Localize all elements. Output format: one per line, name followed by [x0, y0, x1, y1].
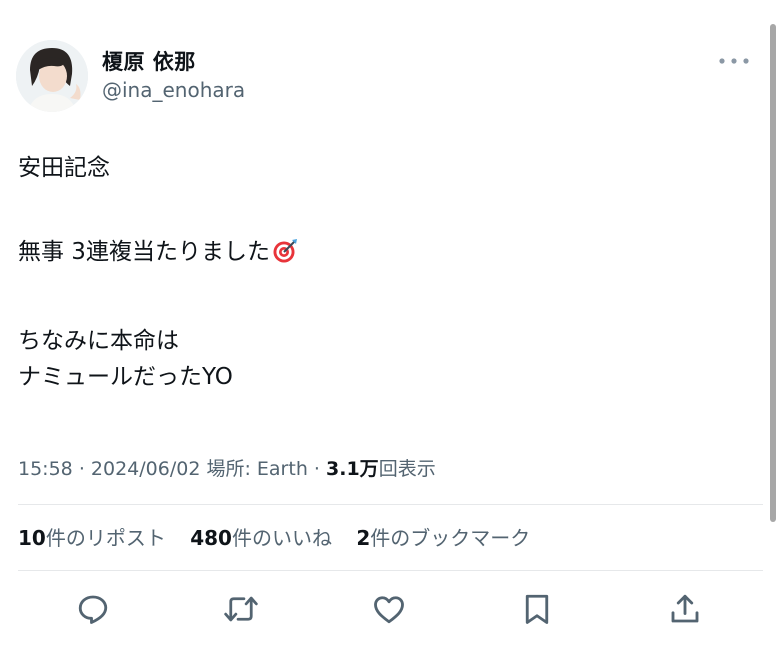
tweet-meta: 15:58 · 2024/06/02 場所: Earth · 3.1万回表示: [18, 454, 436, 481]
tweet-date[interactable]: 2024/06/02: [91, 458, 201, 480]
divider: [18, 504, 763, 505]
action-bar: [60, 588, 720, 630]
likes-stat[interactable]: 480件のいいね: [190, 526, 332, 550]
direct-hit-target-icon: [272, 238, 298, 275]
bookmarks-count: 2: [356, 526, 371, 550]
tweet-text: 安田記念 無事 3連複当たりました ちなみに本命は ナミュールだったYO: [18, 150, 718, 395]
tweet-time[interactable]: 15:58: [18, 458, 73, 480]
share-icon[interactable]: [664, 588, 706, 630]
tweet-line-with-emoji: 無事 3連複当たりました: [18, 234, 718, 275]
tweet-line: ナミュールだったYO: [18, 364, 233, 390]
engagement-stats: 10件のリポスト 480件のいいね 2件のブックマーク: [18, 522, 548, 551]
views-count: 3.1万: [326, 458, 379, 480]
views-label: 回表示: [378, 458, 436, 480]
reposts-label: 件のリポスト: [45, 526, 166, 550]
bookmarks-label: 件のブックマーク: [370, 526, 531, 550]
scrollbar[interactable]: [770, 24, 776, 522]
reposts-count: 10: [18, 526, 46, 550]
likes-count: 480: [190, 526, 232, 550]
divider: [18, 570, 763, 571]
bookmark-icon[interactable]: [516, 588, 558, 630]
separator: ·: [313, 458, 320, 480]
reposts-stat[interactable]: 10件のリポスト: [18, 526, 166, 550]
tweet-line: ちなみに本命は: [18, 328, 179, 354]
bookmarks-stat[interactable]: 2件のブックマーク: [356, 526, 530, 550]
repost-icon[interactable]: [220, 588, 262, 630]
heart-icon[interactable]: [368, 588, 410, 630]
avatar[interactable]: [16, 40, 88, 112]
display-name[interactable]: 榎原 依那: [102, 46, 196, 76]
tweet-location[interactable]: 場所: Earth: [206, 458, 307, 480]
reply-icon[interactable]: [72, 588, 114, 630]
tweet-line: 無事 3連複当たりました: [18, 239, 270, 265]
tweet-header: 榎原 依那 @ina_enohara: [16, 40, 766, 112]
tweet-line: 安田記念: [18, 155, 110, 181]
likes-label: 件のいいね: [231, 526, 332, 550]
user-handle[interactable]: @ina_enohara: [102, 78, 245, 102]
separator: ·: [78, 458, 85, 480]
more-options-icon[interactable]: [716, 50, 752, 72]
